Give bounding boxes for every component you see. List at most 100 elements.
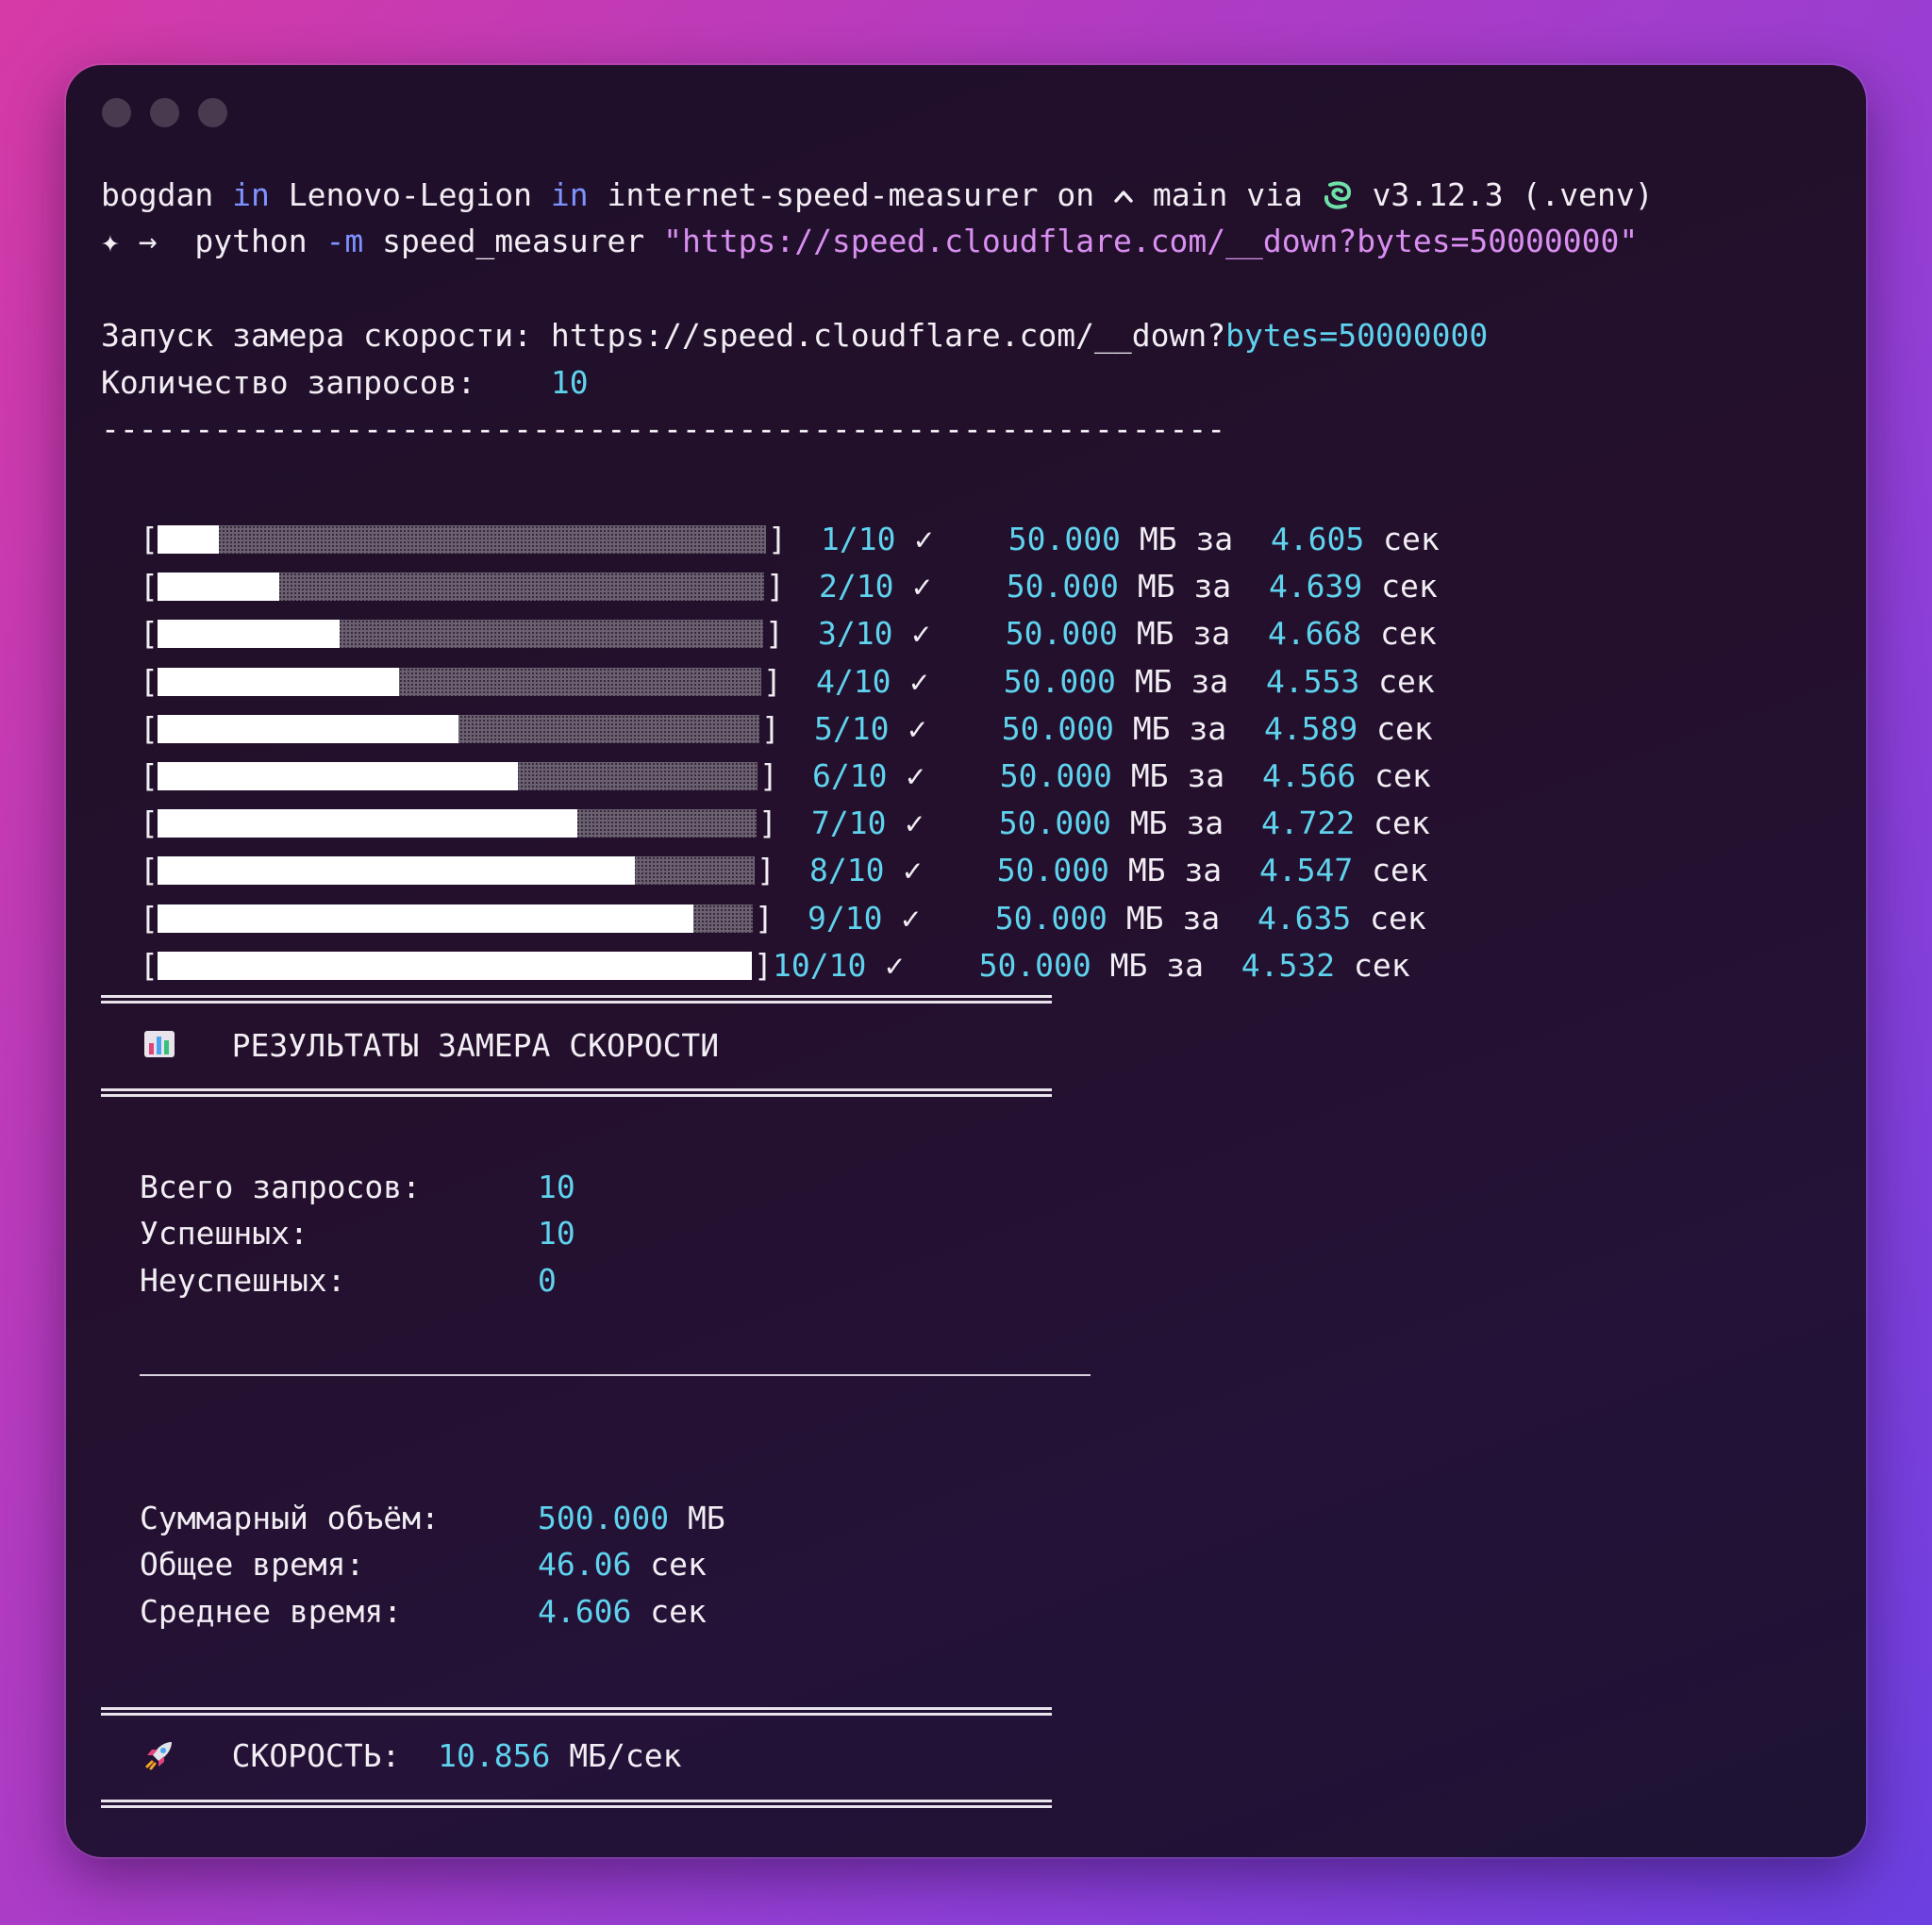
progress-info: 6/10 ✓ 50.000 МБ за 4.566 сек: [812, 760, 1431, 791]
progress-info: 2/10 ✓ 50.000 МБ за 4.639 сек: [819, 571, 1438, 602]
prompt-on: on: [1057, 176, 1095, 213]
stat-avg-unit: сек: [650, 1593, 707, 1630]
bar-bracket-left: [: [140, 663, 158, 700]
check-icon: ✓: [906, 757, 925, 794]
progress-step: 10/10: [773, 947, 867, 984]
downloaded-size: 50.000: [996, 852, 1109, 888]
stats-divider: [140, 1374, 1091, 1376]
downloaded-size-unit: МБ: [1109, 947, 1148, 984]
python-icon: [1324, 181, 1351, 209]
progress-bar: [158, 715, 759, 743]
check-icon: ✓: [905, 805, 924, 841]
command-url: "https://speed.cloudflare.com/__down?byt…: [663, 223, 1639, 259]
download-time: 4.566: [1261, 757, 1357, 794]
bar-bracket-right: ]: [757, 852, 775, 888]
stat-time-label: Общее время:: [140, 1546, 365, 1583]
progress-step: 9/10: [808, 900, 883, 937]
stat-avg: 4.606 сек: [538, 1596, 707, 1627]
progress-step: 1/10: [821, 521, 896, 557]
progress-bar: [158, 904, 753, 933]
progress-bar-fill: [158, 715, 458, 743]
prompt-python-version: v3.12.3: [1372, 176, 1504, 213]
stat-total-label: Всего запросов:: [140, 1169, 422, 1205]
stat-volume-label: Суммарный объём:: [140, 1500, 440, 1536]
download-time: 4.639: [1268, 568, 1363, 605]
check-icon: ✓: [914, 521, 934, 557]
bar-bracket-right: ]: [759, 757, 778, 794]
bar-bracket-left: [: [140, 852, 158, 888]
separator-dashes: ----------------------------------------…: [101, 410, 1226, 447]
stat-success: Успешных:: [140, 1218, 308, 1249]
bar-bracket-left: [: [140, 710, 158, 747]
download-time: 4.547: [1258, 852, 1354, 888]
download-time: 4.722: [1260, 805, 1356, 841]
start-label: Запуск замера скорости:: [101, 317, 532, 354]
downloaded-size: 50.000: [978, 947, 1091, 984]
speed-value: 10.856: [438, 1737, 551, 1774]
download-time: 4.553: [1265, 663, 1360, 700]
bar-bracket-left: [: [140, 521, 158, 557]
progress-step: 2/10: [819, 568, 894, 605]
za-word: за: [1186, 805, 1224, 841]
download-time-unit: сек: [1372, 852, 1428, 888]
progress-bar: [158, 762, 758, 790]
count-label: Количество запросов:: [101, 364, 476, 401]
progress-info: 7/10 ✓ 50.000 МБ за 4.722 сек: [811, 807, 1430, 838]
download-time-unit: сек: [1383, 521, 1440, 557]
count-line: Количество запросов: 10: [101, 367, 589, 398]
prompt-host: Lenovo-Legion: [288, 176, 532, 213]
terminal-window: bogdan in Lenovo-Legion in internet-spee…: [66, 65, 1866, 1857]
download-time-unit: сек: [1378, 663, 1435, 700]
bar-bracket-right: ]: [758, 805, 777, 841]
downloaded-size-unit: МБ: [1127, 852, 1166, 888]
command-module: speed_measurer: [382, 223, 645, 259]
progress-bar-fill: [158, 856, 636, 885]
shell-prompt: bogdan in Lenovo-Legion in internet-spee…: [101, 179, 1654, 211]
check-icon: ✓: [909, 663, 929, 700]
download-time: 4.605: [1270, 521, 1365, 557]
stat-volume-value: 500.000: [538, 1500, 670, 1536]
progress-bar: [158, 952, 752, 980]
minimize-window-dot[interactable]: [150, 98, 179, 127]
za-word: за: [1182, 900, 1221, 937]
za-word: за: [1187, 757, 1225, 794]
progress-step: 4/10: [816, 663, 891, 700]
stat-fail-label: Неуспешных:: [140, 1262, 346, 1299]
check-icon: ✓: [912, 568, 932, 605]
speed-label: СКОРОСТЬ:: [231, 1737, 401, 1774]
progress-bar: [158, 620, 763, 648]
bar-bracket-right: ]: [766, 568, 785, 605]
speed-rule-top: [101, 1707, 1052, 1716]
progress-info: 1/10 ✓ 50.000 МБ за 4.605 сек: [821, 523, 1440, 555]
command-line[interactable]: ✦ → python -m speed_measurer "https://sp…: [101, 225, 1638, 257]
downloaded-size: 50.000: [1003, 663, 1116, 700]
download-time: 4.668: [1267, 615, 1362, 652]
progress-step: 6/10: [812, 757, 888, 794]
prompt-sparkle-icon: ✦: [101, 223, 120, 259]
downloaded-size-unit: МБ: [1134, 663, 1173, 700]
downloaded-size: 50.000: [998, 805, 1111, 841]
downloaded-size-unit: МБ: [1137, 568, 1175, 605]
check-icon: ✓: [903, 852, 923, 888]
stat-fail: Неуспешных:: [140, 1265, 346, 1296]
prompt-venv: (.venv): [1522, 176, 1654, 213]
prompt-dir: internet-speed-measurer: [607, 176, 1039, 213]
bar-bracket-right: ]: [754, 947, 773, 984]
downloaded-size-unit: МБ: [1130, 757, 1169, 794]
download-time-unit: сек: [1374, 757, 1431, 794]
bar-bracket-right: ]: [755, 900, 774, 937]
downloaded-size-unit: МБ: [1129, 805, 1168, 841]
za-word: за: [1192, 615, 1231, 652]
progress-step: 3/10: [818, 615, 893, 652]
stat-volume-unit: МБ: [687, 1500, 725, 1536]
download-time-unit: сек: [1374, 805, 1430, 841]
results-rule-bottom: [101, 1088, 1052, 1097]
prompt-arrow-icon: →: [138, 223, 158, 259]
downloaded-size: 50.000: [994, 900, 1108, 937]
stat-fail-value: 0: [538, 1262, 557, 1299]
close-window-dot[interactable]: [102, 98, 131, 127]
bar-bracket-left: [: [140, 615, 158, 652]
stat-total-value: 10: [538, 1169, 575, 1205]
maximize-window-dot[interactable]: [198, 98, 227, 127]
progress-step: 8/10: [809, 852, 885, 888]
